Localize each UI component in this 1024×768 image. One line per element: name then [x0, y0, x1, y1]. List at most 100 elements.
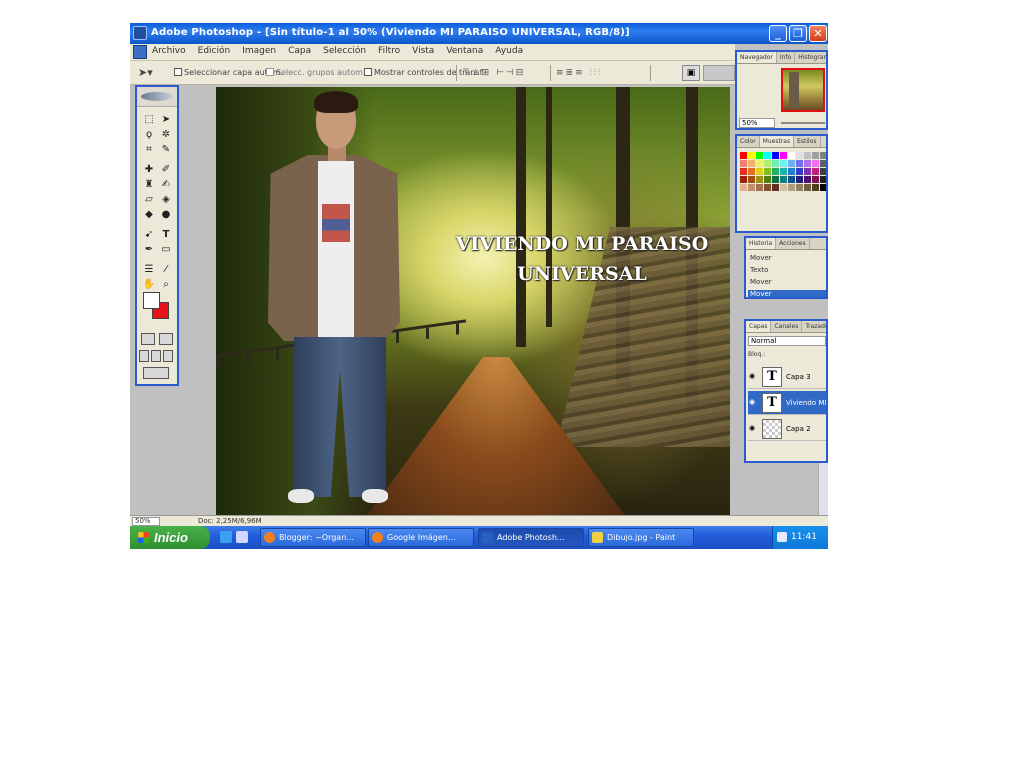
navigator-zoom-slider[interactable]: [781, 122, 825, 124]
lasso-tool-icon[interactable]: ϙ: [142, 128, 156, 142]
color-swatch[interactable]: [796, 184, 803, 191]
color-swatch[interactable]: [748, 160, 755, 167]
menu-ventana[interactable]: Ventana: [446, 46, 483, 56]
color-swatch[interactable]: [780, 160, 787, 167]
auto-select-layer-checkbox[interactable]: [174, 68, 182, 76]
screen-mode-full-icon[interactable]: [163, 350, 173, 362]
color-swatch[interactable]: [812, 168, 819, 175]
color-swatch[interactable]: [804, 184, 811, 191]
color-swatch[interactable]: [780, 176, 787, 183]
auto-select-groups-checkbox[interactable]: [266, 68, 274, 76]
shape-tool-icon[interactable]: ▭: [159, 243, 173, 257]
screen-mode-standard-icon[interactable]: [139, 350, 149, 362]
tab-info[interactable]: Info: [777, 52, 796, 63]
paint-bucket-tool-icon[interactable]: ◈: [159, 193, 173, 207]
color-swatch[interactable]: [756, 152, 763, 159]
align-buttons-icon[interactable]: ⊤⊥⊞ ⊢⊣⊟: [462, 68, 525, 78]
color-swatch[interactable]: [796, 152, 803, 159]
navigator-thumbnail[interactable]: [781, 68, 825, 112]
move-tool-icon[interactable]: ➤: [159, 113, 173, 127]
tab-actions[interactable]: Acciones: [776, 238, 810, 249]
desktop-quicklaunch-icon[interactable]: [236, 531, 248, 543]
menu-capa[interactable]: Capa: [288, 46, 311, 56]
history-item[interactable]: Mover: [750, 278, 772, 286]
color-swatch[interactable]: [804, 160, 811, 167]
show-transform-controls-checkbox[interactable]: [364, 68, 372, 76]
zoom-tool-icon[interactable]: ⌕: [159, 278, 173, 292]
type-tool-icon[interactable]: T: [159, 228, 173, 242]
color-swatch[interactable]: [756, 168, 763, 175]
taskbar-item-photoshop[interactable]: Adobe Photosh...: [478, 528, 584, 547]
color-swatch[interactable]: [748, 176, 755, 183]
color-swatch[interactable]: [740, 184, 747, 191]
maximize-button[interactable]: ❐: [789, 25, 807, 42]
color-swatch[interactable]: [748, 152, 755, 159]
color-swatch[interactable]: [820, 168, 826, 175]
notes-tool-icon[interactable]: ☰: [142, 263, 156, 277]
color-swatch[interactable]: [772, 152, 779, 159]
photoshop-menu-icon[interactable]: [133, 45, 147, 59]
foreground-color-swatch[interactable]: [143, 292, 160, 309]
pen-tool-icon[interactable]: ✒: [142, 243, 156, 257]
blend-mode-select[interactable]: Normal: [748, 336, 826, 346]
quick-mask-mode-icon[interactable]: [159, 333, 173, 345]
menu-ayuda[interactable]: Ayuda: [495, 46, 523, 56]
color-swatch[interactable]: [804, 152, 811, 159]
color-swatch[interactable]: [780, 168, 787, 175]
tab-navigator[interactable]: Navegador: [737, 52, 777, 63]
color-swatch[interactable]: [772, 160, 779, 167]
layer-row[interactable]: ◉ Capa 2: [748, 417, 826, 441]
close-button[interactable]: ✕: [809, 25, 827, 42]
color-swatch[interactable]: [756, 160, 763, 167]
color-swatch[interactable]: [820, 160, 826, 167]
color-swatch[interactable]: [788, 160, 795, 167]
toolbox-header[interactable]: [137, 87, 177, 107]
tab-histogram[interactable]: Histograma: [795, 52, 826, 63]
menu-filtro[interactable]: Filtro: [378, 46, 400, 56]
history-brush-tool-icon[interactable]: ✍: [159, 178, 173, 192]
standard-mode-icon[interactable]: [141, 333, 155, 345]
color-swatch[interactable]: [812, 152, 819, 159]
menu-archivo[interactable]: Archivo: [152, 46, 186, 56]
tab-history[interactable]: Historia: [746, 238, 777, 249]
distribute-buttons-icon[interactable]: ≡≣≡ ⫶⫶⫶: [556, 68, 602, 78]
color-swatch[interactable]: [804, 168, 811, 175]
jump-to-imageready-icon[interactable]: [143, 367, 169, 379]
color-swatch[interactable]: [804, 176, 811, 183]
slice-tool-icon[interactable]: ✎: [159, 143, 173, 157]
minimize-button[interactable]: _: [769, 25, 787, 42]
document-canvas[interactable]: VIVIENDO MI PARAISO UNIVERSAL: [216, 87, 730, 515]
ie-quicklaunch-icon[interactable]: [220, 531, 232, 543]
tray-icon[interactable]: [777, 532, 787, 542]
color-swatch[interactable]: [740, 176, 747, 183]
color-swatch[interactable]: [764, 168, 771, 175]
tab-channels[interactable]: Canales: [771, 321, 803, 332]
color-swatch[interactable]: [788, 176, 795, 183]
clone-stamp-tool-icon[interactable]: ♜: [142, 178, 156, 192]
menu-vista[interactable]: Vista: [412, 46, 434, 56]
color-swatch[interactable]: [812, 176, 819, 183]
color-swatch[interactable]: [788, 168, 795, 175]
color-swatch[interactable]: [740, 168, 747, 175]
color-swatch[interactable]: [740, 160, 747, 167]
title-bar[interactable]: Adobe Photoshop - [Sin título-1 al 50% (…: [130, 23, 828, 44]
color-swatch[interactable]: [748, 168, 755, 175]
taskbar-item-google[interactable]: Google Imágen...: [368, 528, 474, 547]
tab-paths[interactable]: Trazados: [802, 321, 826, 332]
menu-edicion[interactable]: Edición: [198, 46, 231, 56]
color-swatch[interactable]: [796, 160, 803, 167]
zoom-field[interactable]: 50%: [132, 517, 160, 526]
color-swatch[interactable]: [796, 176, 803, 183]
visibility-eye-icon[interactable]: ◉: [749, 373, 757, 380]
brush-tool-icon[interactable]: ✐: [159, 163, 173, 177]
history-item-selected[interactable]: Mover: [748, 290, 826, 297]
color-swatch[interactable]: [812, 184, 819, 191]
palette-well-icon[interactable]: ▣: [682, 65, 700, 81]
color-swatch[interactable]: [780, 152, 787, 159]
eraser-tool-icon[interactable]: ▱: [142, 193, 156, 207]
color-swatch[interactable]: [772, 184, 779, 191]
color-swatch[interactable]: [780, 184, 787, 191]
color-swatch[interactable]: [820, 184, 826, 191]
path-selection-tool-icon[interactable]: ➹: [142, 228, 156, 242]
dodge-tool-icon[interactable]: ●: [159, 208, 173, 222]
